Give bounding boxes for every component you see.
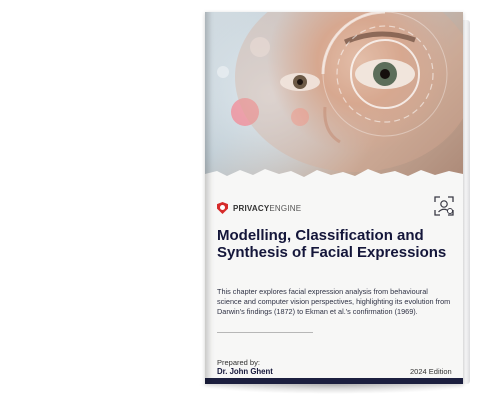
cover-description: This chapter explores facial expression …	[217, 287, 451, 317]
brand-name: PRIVACYENGINE	[233, 203, 302, 213]
privacy-engine-logo-icon	[217, 202, 228, 214]
author-name: Dr. John Ghent	[217, 367, 273, 376]
prepared-by-label: Prepared by:	[217, 358, 260, 367]
cover-photo	[205, 12, 463, 177]
brand-logo: PRIVACYENGINE	[217, 202, 301, 214]
cover-bottom-bar	[205, 378, 463, 384]
cover-photo-illustration	[217, 12, 463, 172]
book-page-edge	[462, 20, 470, 384]
cover-title: Modelling, Classification and Synthesis …	[217, 227, 447, 261]
book-cover: PRIVACYENGINE Modelling, Classification …	[205, 12, 463, 384]
book-spine	[205, 12, 215, 384]
ebook-mockup: PRIVACYENGINE Modelling, Classification …	[0, 0, 500, 400]
face-scan-icon	[434, 196, 454, 216]
edition-label: 2024 Edition	[410, 367, 452, 376]
divider	[217, 332, 313, 333]
